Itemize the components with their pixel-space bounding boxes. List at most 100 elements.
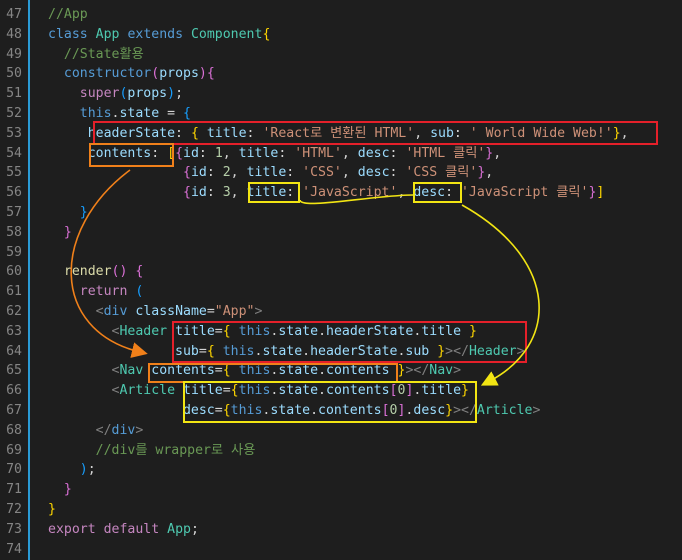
code-token: ></ — [405, 363, 430, 379]
code-text: ); — [48, 460, 96, 480]
code-token: ( — [135, 284, 144, 300]
code-token: title — [175, 323, 215, 339]
code-text: <Nav contents={ this.state.contents }></… — [48, 361, 462, 381]
code-token: ; — [175, 86, 184, 102]
code-text: //App — [48, 5, 88, 25]
code-token: } — [445, 403, 454, 418]
code-token: , — [230, 185, 247, 201]
code-text: <Article title={this.state.contents[0].t… — [48, 381, 469, 401]
code-text: headerState: { title: 'React로 변환된 HTML',… — [48, 124, 629, 144]
gutter-accent-bar — [28, 0, 30, 560]
code-editor[interactable]: 47//App 48 class App extends Component{49 … — [0, 0, 682, 560]
code-token: , — [230, 165, 247, 181]
code-text: constructor(props){ — [48, 64, 215, 84]
code-token: ; — [87, 462, 96, 478]
line-number: 74 — [6, 541, 22, 557]
code-token: , — [341, 165, 358, 181]
code-token: { — [206, 343, 215, 359]
code-token: () — [111, 264, 128, 280]
code-token: contents — [87, 145, 152, 161]
code-text: } — [48, 500, 56, 520]
code-token: Header — [468, 343, 517, 359]
code-token: , — [493, 145, 502, 161]
code-token: this — [222, 343, 255, 359]
code-text: render() { — [48, 262, 143, 282]
code-text: class App extends Component{ — [48, 25, 270, 45]
code-token: : — [389, 145, 406, 161]
code-token: } — [63, 224, 72, 240]
line-number: 64 — [6, 343, 22, 359]
code-token: : — [206, 165, 223, 181]
code-text: desc={this.state.contents[0].desc}></Art… — [48, 401, 540, 421]
code-token: state — [278, 383, 319, 399]
line-number: 61 — [6, 284, 22, 300]
code-token: contents — [318, 403, 382, 418]
code-token: . — [318, 383, 326, 399]
code-token: sub — [430, 125, 454, 141]
code-token: this — [238, 383, 271, 399]
code-token: 1 — [214, 145, 223, 161]
code-token: title — [238, 145, 279, 161]
code-token: } — [48, 502, 56, 517]
code-token: id — [183, 145, 199, 161]
code-text: {id: 3, title: 'JavaScript', desc: 'Java… — [48, 183, 604, 203]
code-token: Header — [119, 323, 168, 339]
code-token: { — [182, 185, 191, 201]
code-token: [ — [381, 403, 390, 418]
code-token: , — [397, 185, 414, 201]
code-token: desc — [357, 165, 390, 181]
code-token: 'JavaScript' — [302, 185, 398, 201]
code-token: title — [206, 125, 247, 141]
code-token: desc — [413, 403, 446, 418]
code-token: = — [222, 383, 231, 399]
code-token: > — [135, 422, 144, 438]
code-token: contents — [326, 383, 390, 399]
line-number: 53 — [6, 125, 22, 141]
line-number: 73 — [6, 521, 22, 537]
line-number: 63 — [6, 323, 22, 339]
code-token: : — [246, 125, 263, 141]
code-token: ; — [190, 521, 199, 537]
code-token: > — [453, 363, 462, 379]
code-text: //div를 wrapper로 사용 — [48, 441, 256, 461]
line-number: 50 — [6, 66, 22, 82]
line-number: 62 — [6, 304, 22, 319]
code-token: > — [254, 304, 263, 319]
code-token: //App — [48, 7, 88, 22]
code-token: 'CSS' — [302, 165, 342, 181]
code-token: props — [127, 86, 168, 102]
code-text: return ( — [48, 282, 144, 302]
code-token: } — [79, 205, 88, 220]
code-token: = — [214, 323, 223, 339]
code-token: ] — [596, 185, 605, 201]
code-text: //State활용 — [48, 45, 144, 65]
line-number: 57 — [6, 205, 22, 220]
code-token: //div를 wrapper로 사용 — [95, 442, 256, 458]
code-token: contents — [326, 363, 390, 379]
code-token: state — [262, 343, 303, 359]
code-token: id — [190, 185, 207, 201]
code-token: > — [532, 403, 541, 418]
code-token: div — [103, 304, 128, 319]
line-number: 60 — [6, 264, 22, 280]
code-token: ( — [151, 66, 160, 82]
code-text: contents: [{id: 1, title: 'HTML', desc: … — [48, 144, 501, 164]
line-number: 65 — [6, 363, 22, 379]
code-token: title — [421, 323, 462, 339]
code-token: title — [183, 383, 223, 399]
code-token: { — [222, 403, 231, 418]
code-token: "App" — [214, 304, 255, 319]
